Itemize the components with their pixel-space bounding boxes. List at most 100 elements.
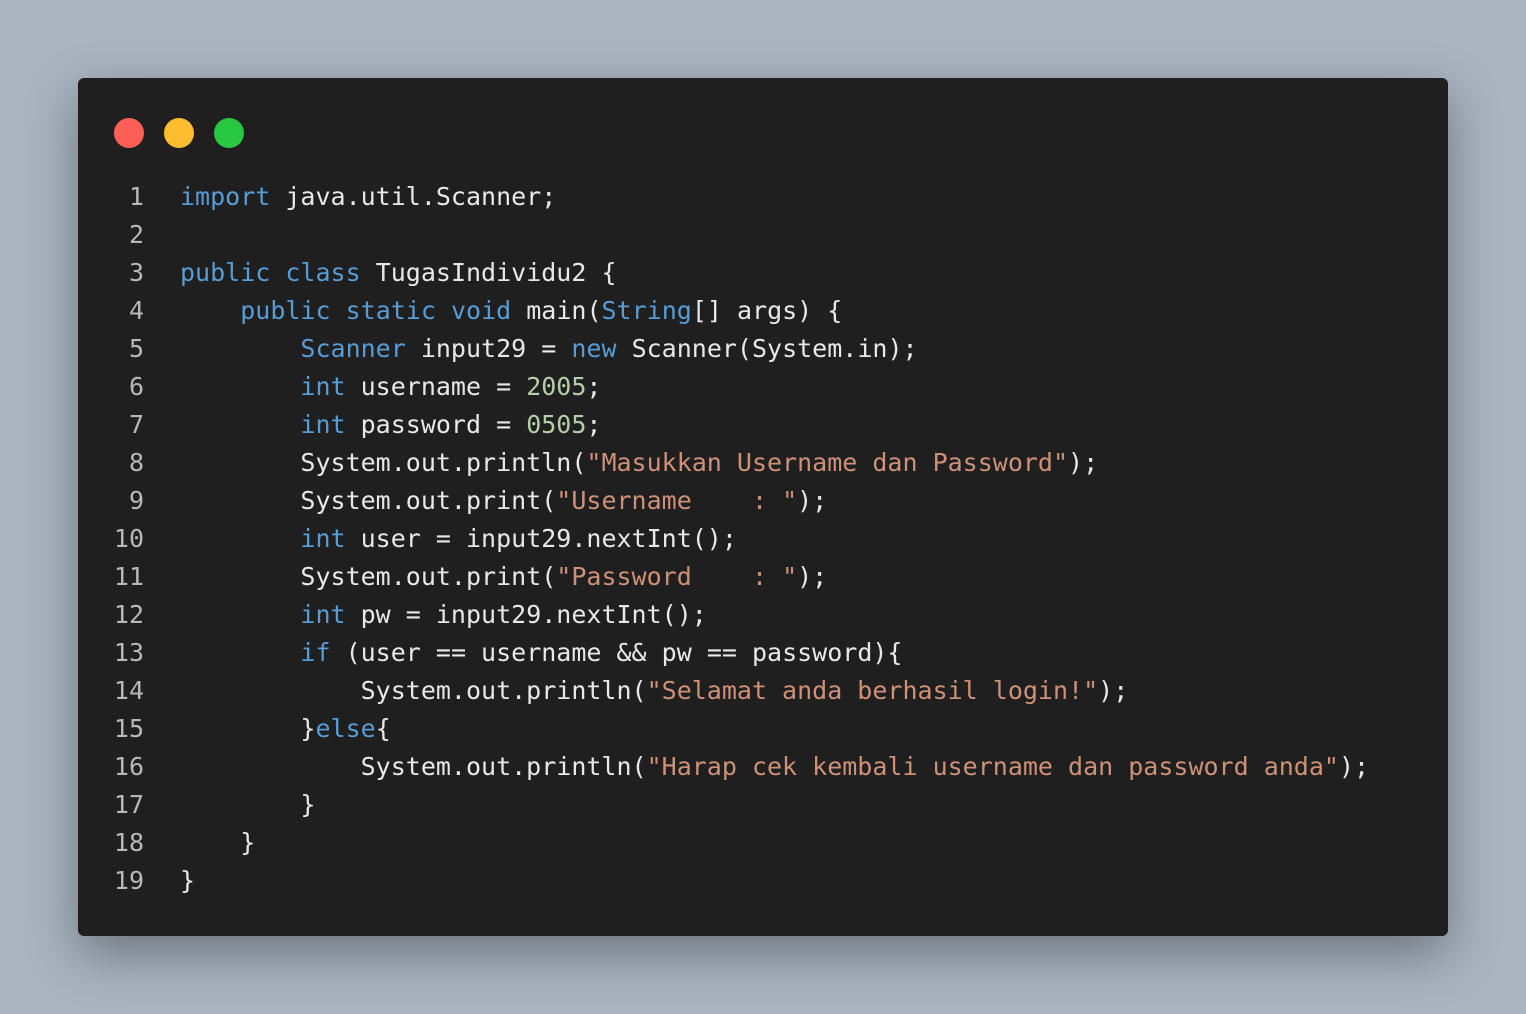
plain-token: ); [797, 486, 828, 515]
keyword-token: static [345, 296, 436, 325]
line-number: 3 [128, 258, 144, 287]
code-text: int pw = input29.nextInt(); [180, 596, 707, 634]
line-number: 1 [128, 182, 144, 211]
line-number: 17 [113, 790, 144, 819]
plain-token: TugasIndividu2 { [360, 258, 617, 287]
plain-token: [] args) { [691, 296, 843, 325]
keyword-token: new [571, 334, 617, 363]
maximize-dot-icon [214, 118, 244, 148]
code-line: 4 public static void main(String[] args)… [78, 292, 1448, 330]
plain-token: ); [797, 562, 828, 591]
plain-token: pw = input29.nextInt(); [345, 600, 707, 629]
code-text: System.out.println("Harap cek kembali us… [180, 748, 1369, 786]
code-line: 1 import java.util.Scanner; [78, 178, 1448, 216]
plain-token: } [180, 714, 316, 743]
code-text: } [180, 824, 255, 862]
keyword-token: class [285, 258, 361, 287]
plain-token: { [375, 714, 391, 743]
keyword-token: public [180, 258, 271, 287]
line-number: 10 [113, 524, 144, 553]
line-number: 4 [128, 296, 144, 325]
plain-token: } [180, 790, 316, 819]
plain-token: Scanner(System.in); [616, 334, 918, 363]
code-text: if (user == username && pw == password){ [180, 634, 902, 672]
code-text: }else{ [180, 710, 391, 748]
code-line: 7 int password = 0505; [78, 406, 1448, 444]
plain-token: ); [1068, 448, 1099, 477]
plain-token: ; [586, 372, 602, 401]
code-line: 3 public class TugasIndividu2 { [78, 254, 1448, 292]
code-line: 8 System.out.println("Masukkan Username … [78, 444, 1448, 482]
code-text: System.out.print("Username : "); [180, 482, 827, 520]
code-text: import java.util.Scanner; [180, 178, 556, 216]
plain-token: main( [511, 296, 602, 325]
code-line: 16 System.out.println("Harap cek kembali… [78, 748, 1448, 786]
code-text: } [180, 786, 315, 824]
string-token: "Masukkan Username dan Password" [586, 448, 1069, 477]
line-number: 19 [113, 866, 144, 895]
line-number: 11 [113, 562, 144, 591]
keyword-token: if [300, 638, 331, 667]
code-text: int username = 2005; [180, 368, 601, 406]
code-line: 9 System.out.print("Username : "); [78, 482, 1448, 520]
line-number: 16 [113, 752, 144, 781]
code-line: 2 [78, 216, 1448, 254]
line-number: 15 [113, 714, 144, 743]
plain-token: (user == username && pw == password){ [330, 638, 903, 667]
code-text: public class TugasIndividu2 { [180, 254, 617, 292]
line-number: 9 [128, 486, 144, 515]
code-text: System.out.println("Masukkan Username da… [180, 444, 1098, 482]
keyword-token: Scanner [300, 334, 406, 363]
keyword-token: int [300, 524, 346, 553]
line-number: 6 [128, 372, 144, 401]
plain-token: System.out.println( [180, 448, 587, 477]
code-line: 10 int user = input29.nextInt(); [78, 520, 1448, 558]
keyword-token: else [315, 714, 376, 743]
code-text: int password = 0505; [180, 406, 601, 444]
code-text: Scanner input29 = new Scanner(System.in)… [180, 330, 918, 368]
code-text: System.out.print("Password : "); [180, 558, 827, 596]
string-token: "Username : " [556, 486, 798, 515]
plain-token: java.util.Scanner; [270, 182, 557, 211]
number-token: 2005 [526, 372, 587, 401]
code-window: 1 import java.util.Scanner; 2 3 public class… [78, 78, 1448, 936]
code-line: 17 } [78, 786, 1448, 824]
code-text: System.out.println("Selamat anda berhasi… [180, 672, 1129, 710]
line-number: 5 [128, 334, 144, 363]
keyword-token: int [300, 372, 346, 401]
keyword-token: import [180, 182, 271, 211]
code-line: 14 System.out.println("Selamat anda berh… [78, 672, 1448, 710]
string-token: "Selamat anda berhasil login!" [646, 676, 1099, 705]
keyword-token: public [240, 296, 331, 325]
minimize-dot-icon [164, 118, 194, 148]
plain-token: ; [586, 410, 602, 439]
plain-token: input29 = [405, 334, 572, 363]
keyword-token: String [601, 296, 692, 325]
code-text: public static void main(String[] args) { [180, 292, 842, 330]
code-line: 12 int pw = input29.nextInt(); [78, 596, 1448, 634]
keyword-token: int [300, 600, 346, 629]
code-line: 6 int username = 2005; [78, 368, 1448, 406]
line-number: 7 [128, 410, 144, 439]
keyword-token: void [450, 296, 512, 325]
plain-token: } [180, 866, 196, 895]
keyword-token: int [300, 410, 346, 439]
code-line: 5 Scanner input29 = new Scanner(System.i… [78, 330, 1448, 368]
code-text: int user = input29.nextInt(); [180, 520, 737, 558]
code-line: 13 if (user == username && pw == passwor… [78, 634, 1448, 672]
plain-token: ); [1338, 752, 1370, 781]
code-line: 18 } [78, 824, 1448, 862]
line-number: 14 [113, 676, 144, 705]
line-number: 12 [113, 600, 144, 629]
line-number: 8 [128, 448, 144, 477]
plain-token: ); [1098, 676, 1129, 705]
